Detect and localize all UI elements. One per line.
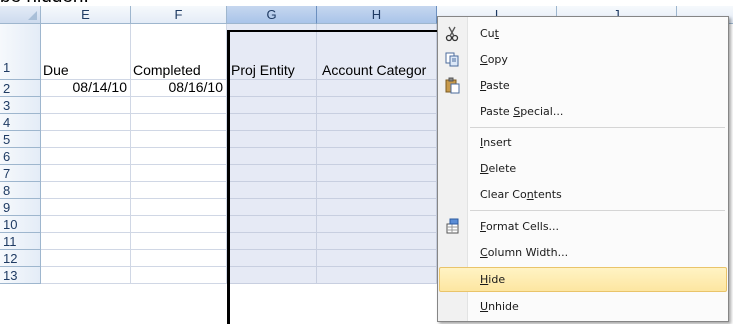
cell-e9[interactable] [41, 199, 131, 216]
menu-item-delete-label: Delete [480, 162, 517, 175]
cell-f13[interactable] [131, 267, 227, 284]
column-header-f[interactable]: F [131, 6, 227, 24]
format-cells-icon [444, 218, 461, 235]
cell-f7[interactable] [131, 165, 227, 182]
cell-e3[interactable] [41, 97, 131, 114]
row-header-3[interactable]: 3 [0, 97, 41, 114]
row-header-4[interactable]: 4 [0, 114, 41, 131]
row-header-7[interactable]: 7 [0, 165, 41, 182]
cell-f2-text: 08/16/10 [168, 80, 224, 95]
cell-e8[interactable] [41, 182, 131, 199]
cell-f6[interactable] [131, 148, 227, 165]
row-header-12[interactable]: 12 [0, 250, 41, 267]
menu-separator [470, 210, 725, 211]
menu-item-paste[interactable]: Paste [439, 73, 727, 98]
menu-item-unhide[interactable]: Unhide [439, 294, 727, 319]
menu-item-column-width-label: Column Width... [480, 246, 569, 259]
row-header-10[interactable]: 10 [0, 216, 41, 233]
cell-f11[interactable] [131, 233, 227, 250]
menu-item-paste-special[interactable]: Paste Special... [439, 99, 727, 124]
row-header-5[interactable]: 5 [0, 131, 41, 148]
select-all-corner[interactable] [0, 6, 41, 24]
cell-f10[interactable] [131, 216, 227, 233]
selection-border [227, 30, 437, 324]
menu-item-paste-label: Paste [480, 79, 510, 92]
column-header-e[interactable]: E [41, 6, 131, 24]
menu-item-copy-label: Copy [480, 53, 508, 66]
row-header-13[interactable]: 13 [0, 267, 41, 284]
row-header-9[interactable]: 9 [0, 199, 41, 216]
menu-separator [470, 127, 725, 128]
cell-e13[interactable] [41, 267, 131, 284]
menu-item-format-cells[interactable]: Format Cells... [439, 214, 727, 239]
row-header-6[interactable]: 6 [0, 148, 41, 165]
menu-item-cut[interactable]: Cut [439, 21, 727, 46]
cell-f8[interactable] [131, 182, 227, 199]
cell-f1-text: Completed [133, 62, 201, 78]
cell-e4[interactable] [41, 114, 131, 131]
row-header-2[interactable]: 2 [0, 80, 41, 97]
scissors-icon [444, 25, 461, 42]
cell-f4[interactable] [131, 114, 227, 131]
paste-icon [444, 77, 461, 94]
menu-item-copy[interactable]: Copy [439, 47, 727, 72]
cell-f9[interactable] [131, 199, 227, 216]
menu-item-insert[interactable]: Insert [439, 130, 727, 155]
context-menu: Cut Copy Paste Paste Special... Insert D… [437, 16, 729, 322]
cell-e12[interactable] [41, 250, 131, 267]
column-header-h[interactable]: H [317, 6, 437, 24]
cell-e1-text: Due [43, 62, 69, 78]
cell-e10[interactable] [41, 216, 131, 233]
menu-item-unhide-label: Unhide [480, 300, 519, 313]
cell-e11[interactable] [41, 233, 131, 250]
cell-e6[interactable] [41, 148, 131, 165]
row-header-8[interactable]: 8 [0, 182, 41, 199]
menu-item-insert-label: Insert [480, 136, 512, 149]
menu-item-hide-label: Hide [480, 273, 506, 286]
cell-e2[interactable]: 08/14/10 [41, 80, 131, 97]
cell-f5[interactable] [131, 131, 227, 148]
row-header-11[interactable]: 11 [0, 233, 41, 250]
menu-item-clear-contents[interactable]: Clear Contents [439, 182, 727, 207]
menu-item-clear-contents-label: Clear Contents [480, 188, 562, 201]
row-header-1[interactable]: 1 [0, 24, 41, 80]
cell-f2[interactable]: 08/16/10 [131, 80, 227, 97]
cell-e7[interactable] [41, 165, 131, 182]
cell-e2-text: 08/14/10 [72, 80, 128, 95]
cell-f12[interactable] [131, 250, 227, 267]
cell-e1[interactable]: Due [41, 24, 131, 80]
cell-f1[interactable]: Completed [131, 24, 227, 80]
copy-icon [444, 51, 461, 68]
column-header-g[interactable]: G [227, 6, 317, 24]
cell-e5[interactable] [41, 131, 131, 148]
menu-item-hide[interactable]: Hide [439, 267, 727, 292]
cell-f3[interactable] [131, 97, 227, 114]
menu-item-paste-special-label: Paste Special... [480, 105, 564, 118]
menu-item-format-cells-label: Format Cells... [480, 220, 560, 233]
menu-item-column-width[interactable]: Column Width... [439, 240, 727, 265]
menu-item-delete[interactable]: Delete [439, 156, 727, 181]
menu-item-cut-label: Cut [480, 27, 499, 40]
